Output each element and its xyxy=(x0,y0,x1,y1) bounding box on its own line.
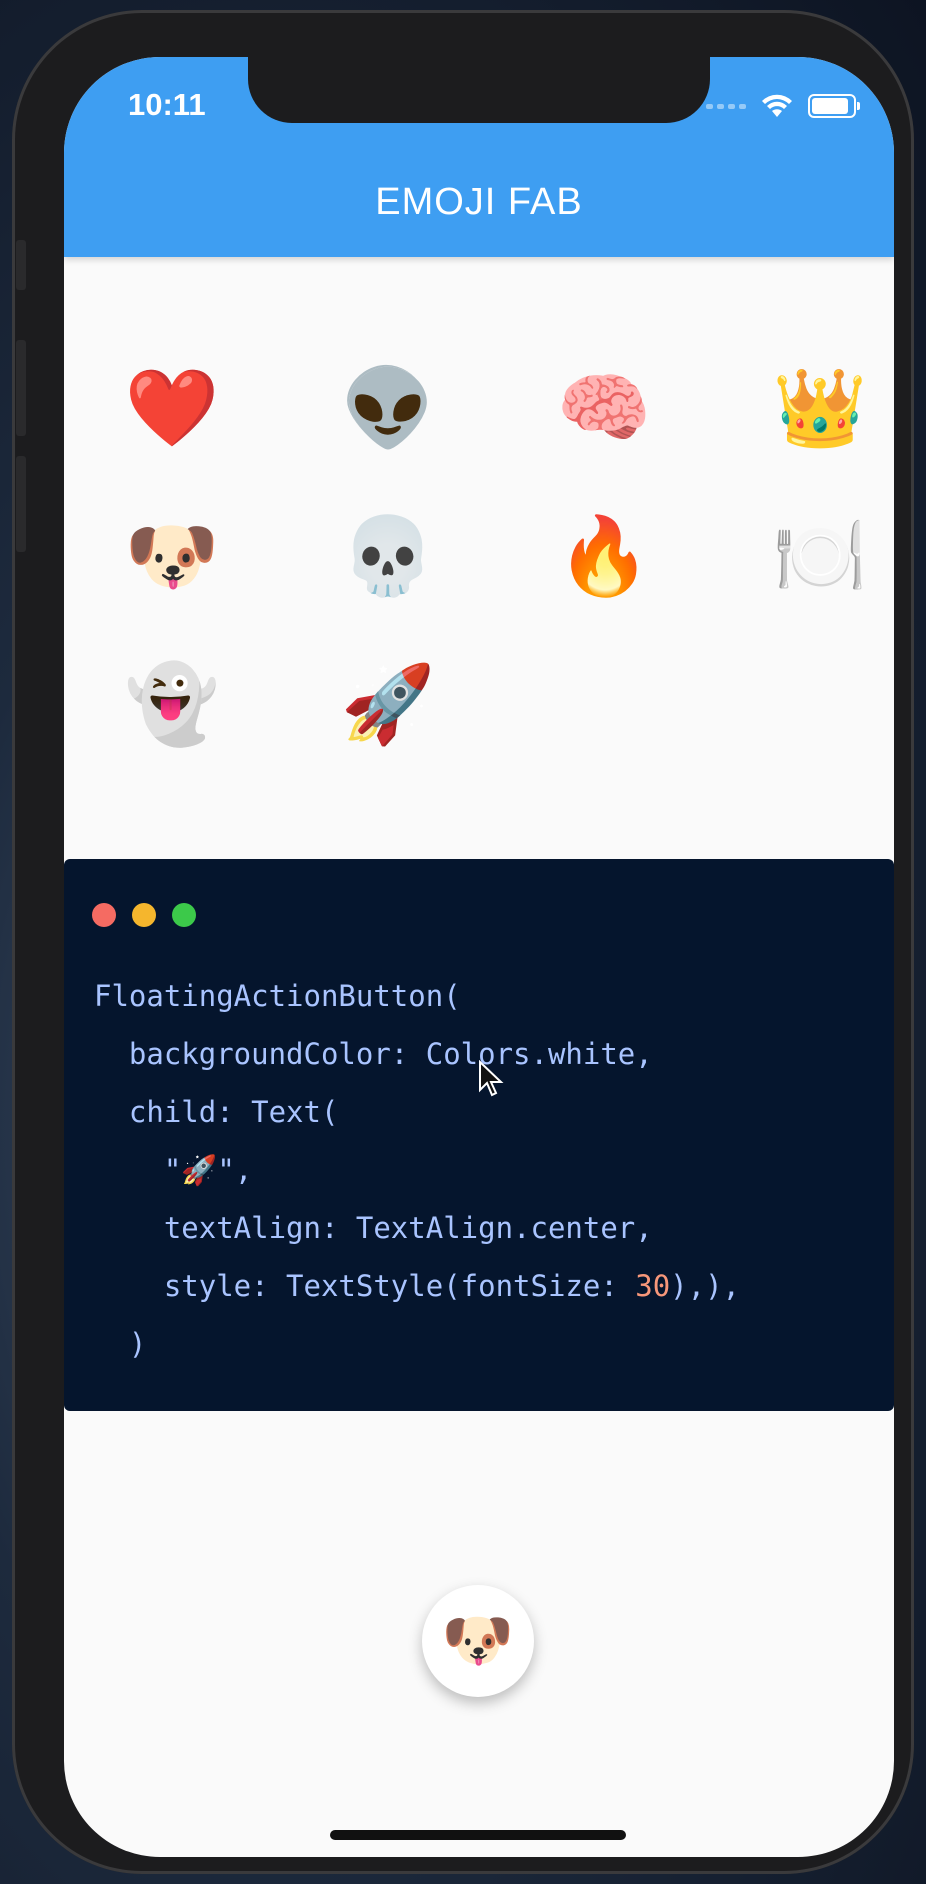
window-controls xyxy=(92,903,196,927)
emoji-rocket[interactable]: 🚀 xyxy=(280,663,496,747)
wifi-icon xyxy=(762,94,792,117)
code-line: textAlign: TextAlign.center, xyxy=(94,1211,653,1245)
code-line: ) xyxy=(94,1327,147,1361)
status-icons xyxy=(706,93,860,119)
minimize-dot-icon xyxy=(132,903,156,927)
volume-up-button xyxy=(16,340,26,436)
mouse-cursor-icon xyxy=(479,1060,504,1097)
emoji-brain[interactable]: 🧠 xyxy=(496,367,712,451)
emoji-plate[interactable]: 🍽️ xyxy=(712,515,894,599)
emoji-fire[interactable]: 🔥 xyxy=(496,515,712,599)
code-line: FloatingActionButton( xyxy=(94,979,461,1013)
home-indicator[interactable] xyxy=(330,1830,626,1840)
emoji-alien[interactable]: 👽 xyxy=(280,367,496,451)
emoji-heart[interactable]: ❤️ xyxy=(64,367,280,451)
floating-action-button[interactable]: 🐶 xyxy=(422,1585,534,1697)
code-line: child: Text( xyxy=(94,1095,339,1129)
battery-icon xyxy=(808,94,860,118)
emoji-crown[interactable]: 👑 xyxy=(712,367,894,451)
device-notch xyxy=(248,57,710,123)
status-time: 10:11 xyxy=(128,87,206,122)
close-dot-icon xyxy=(92,903,116,927)
code-number-literal: 30 xyxy=(635,1269,671,1303)
emoji-ghost[interactable]: 👻 xyxy=(64,663,280,747)
app-bar-title: EMOJI FAB xyxy=(375,181,583,223)
code-line: "🚀", xyxy=(94,1153,253,1187)
maximize-dot-icon xyxy=(172,903,196,927)
emoji-dog[interactable]: 🐶 xyxy=(64,515,280,599)
code-block: FloatingActionButton( backgroundColor: C… xyxy=(94,967,740,1373)
phone-frame: 10:11 EMOJI FAB ❤️ 👽 🧠 👑 🐶 💀 🔥 🍽️ 👻 🚀 Fl… xyxy=(12,10,914,1874)
emoji-skull[interactable]: 💀 xyxy=(280,515,496,599)
app-screen: 10:11 EMOJI FAB ❤️ 👽 🧠 👑 🐶 💀 🔥 🍽️ 👻 🚀 Fl… xyxy=(64,57,894,1857)
cellular-signal-icon xyxy=(706,103,746,109)
mute-switch xyxy=(16,240,26,290)
emoji-grid: ❤️ 👽 🧠 👑 🐶 💀 🔥 🍽️ 👻 🚀 xyxy=(64,367,894,747)
volume-down-button xyxy=(16,456,26,552)
code-line-with-number: style: TextStyle(fontSize: 30),), xyxy=(94,1269,741,1303)
code-snippet-card: FloatingActionButton( backgroundColor: C… xyxy=(64,859,894,1411)
code-line: backgroundColor: Colors.white, xyxy=(94,1037,653,1071)
